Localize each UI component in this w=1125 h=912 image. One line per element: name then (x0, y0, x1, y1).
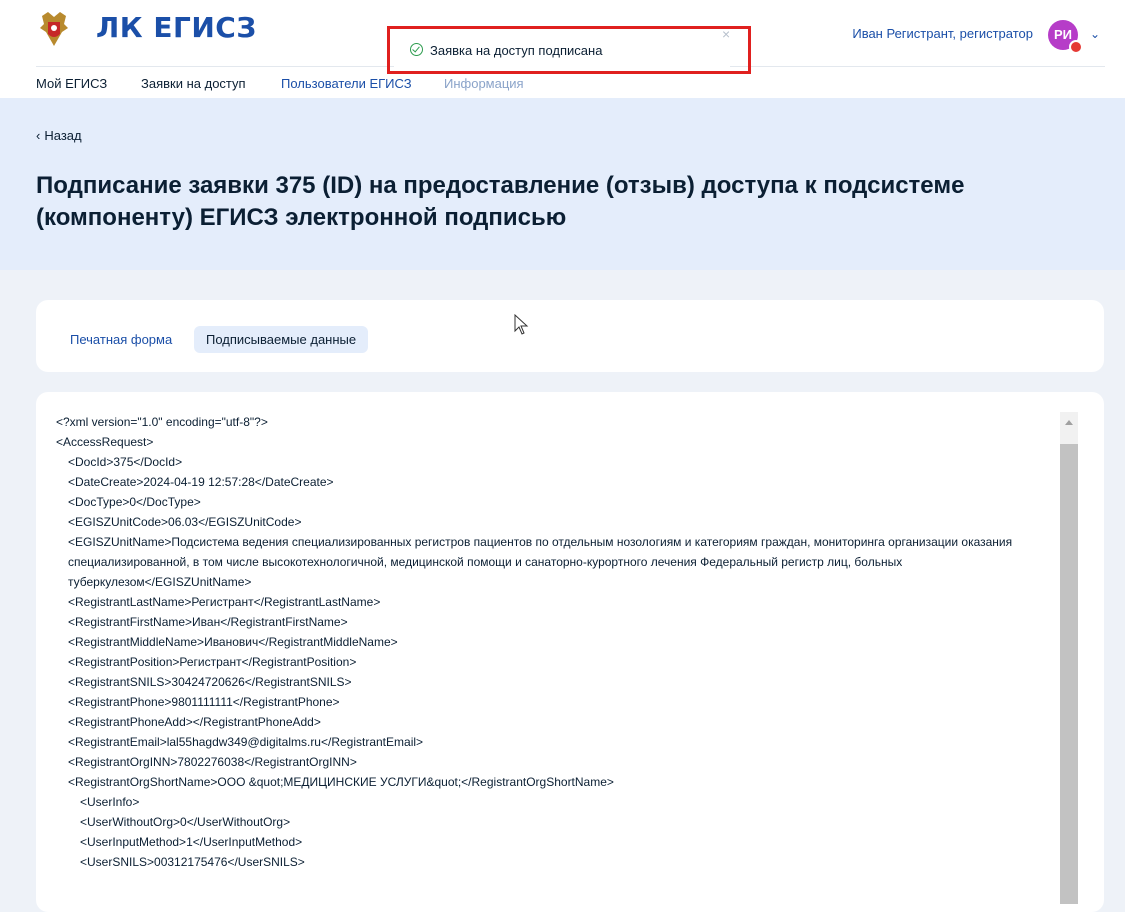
xml-line: <EGISZUnitName>Подсистема ведения специа… (68, 535, 1013, 589)
nav-item-my-egisz[interactable]: Мой ЕГИСЗ (36, 76, 107, 91)
title-section: ‹ Назад Подписание заявки 375 (ID) на пре… (0, 98, 1125, 270)
xml-line: <RegistrantSNILS>30424720626</Registrant… (68, 675, 352, 689)
xml-line: <RegistrantPhone>9801111111</RegistrantP… (68, 695, 340, 709)
vertical-scrollbar[interactable] (1060, 412, 1078, 904)
xml-line: <RegistrantPosition>Регистрант</Registra… (68, 655, 357, 669)
xml-line: <RegistrantLastName>Регистрант</Registra… (68, 595, 381, 609)
xml-data-panel: <?xml version="1.0" encoding="utf-8"?> <A… (36, 392, 1104, 912)
xml-line: <DocType>0</DocType> (68, 495, 201, 509)
nav-item-egisz-users[interactable]: Пользователи ЕГИСЗ (281, 76, 412, 91)
tabs-card: Печатная форма Подписываемые данные (36, 300, 1104, 372)
xml-line: <RegistrantMiddleName>Иванович</Registra… (68, 635, 398, 649)
scroll-thumb[interactable] (1060, 444, 1078, 904)
xml-line: <UserInputMethod>1</UserInputMethod> (80, 835, 303, 849)
xml-line: <EGISZUnitCode>06.03</EGISZUnitCode> (68, 515, 302, 529)
xml-line: <RegistrantOrgShortName>ООО &quot;МЕДИЦИ… (68, 775, 614, 789)
close-icon[interactable]: × (722, 26, 730, 42)
scroll-up-arrow-icon[interactable] (1065, 420, 1073, 425)
chevron-left-icon: ‹ (36, 128, 41, 143)
chevron-down-icon[interactable]: ⌄ (1090, 27, 1100, 41)
xml-line: <RegistrantFirstName>Иван</RegistrantFir… (68, 615, 348, 629)
xml-line: <RegistrantPhoneAdd></RegistrantPhoneAdd… (68, 715, 321, 729)
xml-line: <DocId>375</DocId> (68, 455, 183, 469)
app-logo-text[interactable]: ЛК ЕГИСЗ (96, 10, 257, 46)
xml-content: <?xml version="1.0" encoding="utf-8"?> <A… (56, 412, 1054, 872)
back-label: Назад (44, 128, 82, 143)
xml-line: <UserSNILS>00312175476</UserSNILS> (80, 855, 305, 869)
xml-line: <UserInfo> (80, 795, 140, 809)
xml-line: <RegistrantOrgINN>7802276038</Registrant… (68, 755, 357, 769)
user-name[interactable]: Иван Регистрант, регистратор (852, 26, 1033, 41)
notification-dot (1069, 40, 1083, 54)
tab-signed-data[interactable]: Подписываемые данные (194, 326, 369, 353)
xml-line: <?xml version="1.0" encoding="utf-8"?> (56, 415, 268, 429)
nav-item-access-requests[interactable]: Заявки на доступ (141, 76, 246, 91)
success-toast: Заявка на доступ подписана × (394, 26, 730, 68)
tab-print-form[interactable]: Печатная форма (58, 326, 184, 353)
back-link[interactable]: ‹ Назад (36, 128, 82, 143)
coat-of-arms-icon (40, 12, 68, 46)
xml-line: <UserWithoutOrg>0</UserWithoutOrg> (80, 815, 291, 829)
xml-line: <RegistrantEmail>lal55hagdw349@digitalms… (68, 735, 424, 749)
check-circle-icon (410, 43, 423, 56)
page-title: Подписание заявки 375 (ID) на предоставл… (36, 172, 965, 231)
toast-message: Заявка на доступ подписана (430, 43, 603, 58)
xml-line: <AccessRequest> (56, 435, 154, 449)
nav-item-information[interactable]: Информация (444, 76, 524, 91)
xml-line: <DateCreate>2024-04-19 12:57:28</DateCre… (68, 475, 334, 489)
mouse-cursor-icon (514, 314, 529, 335)
